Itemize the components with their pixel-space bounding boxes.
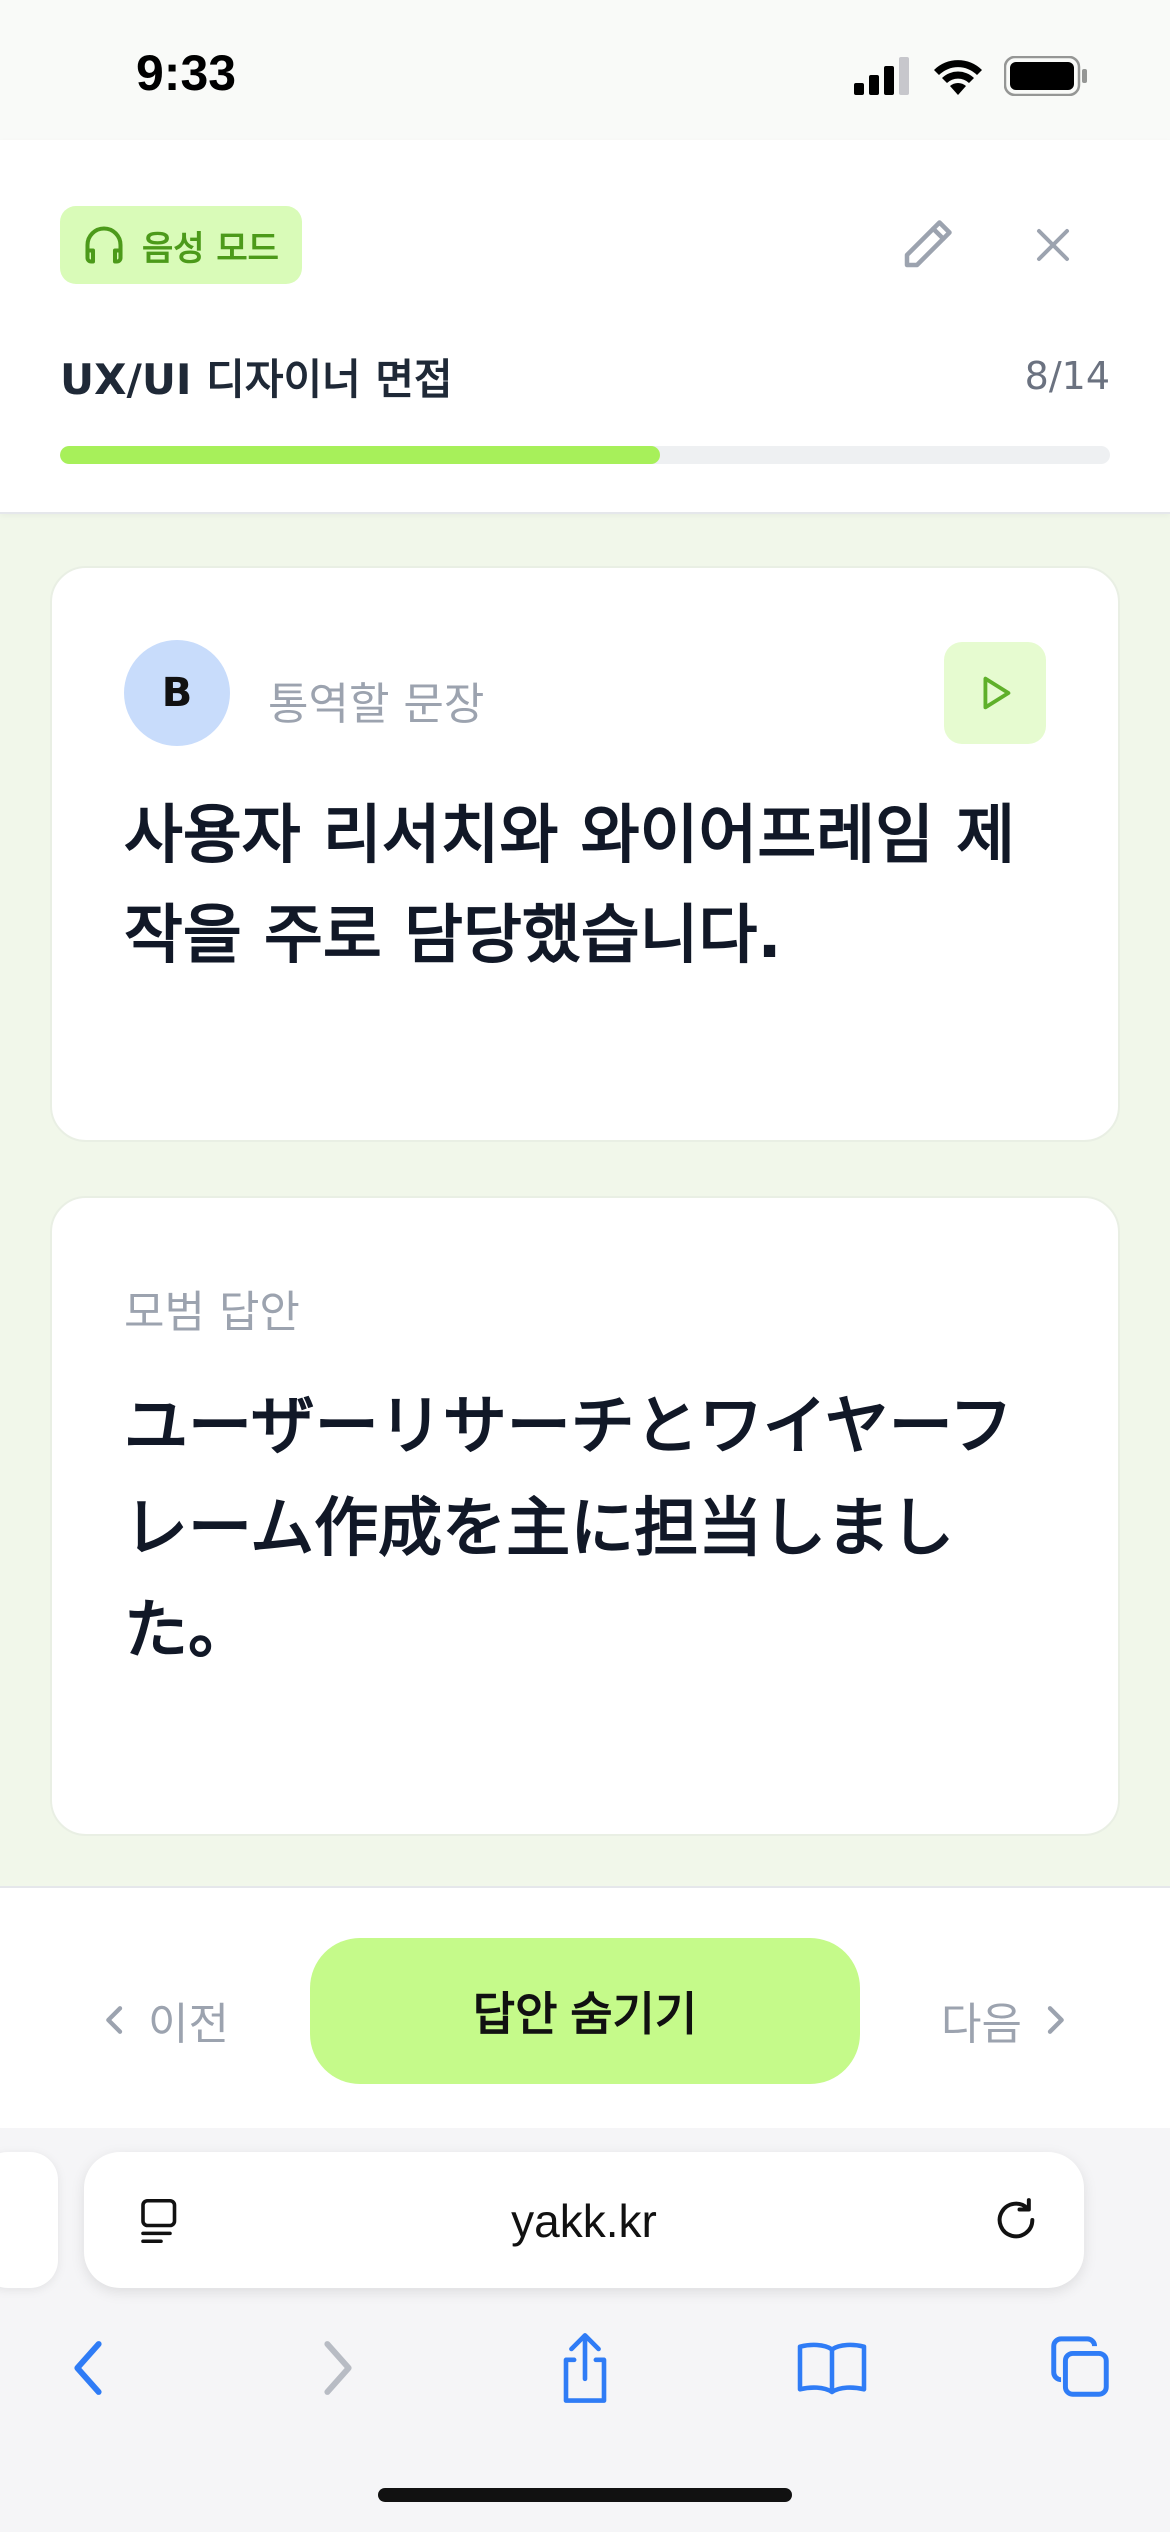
back-arrow-icon [74, 2341, 102, 2395]
prev-button[interactable]: 이전 [100, 1984, 229, 2056]
bookmarks-button[interactable] [782, 2318, 882, 2418]
address-bar[interactable]: yakk.kr [84, 2152, 1084, 2288]
forward-arrow-icon [324, 2341, 352, 2395]
prev-label: 이전 [148, 1999, 229, 2050]
headphones-icon [85, 226, 123, 264]
cellular-signal-icon [854, 57, 909, 95]
close-button[interactable] [1018, 210, 1088, 280]
share-icon [563, 2333, 607, 2403]
address-url: yakk.kr [511, 2195, 657, 2247]
pencil-icon [904, 220, 952, 268]
edit-button[interactable] [892, 210, 962, 280]
question-label: 통역할 문장 [268, 679, 485, 730]
hide-answer-button[interactable]: 답안 숨기기 [310, 1938, 860, 2084]
tabs-icon [1051, 2336, 1109, 2397]
question-card: B 통역할 문장 사용자 리서치와 와이어프레임 제작을 주로 담당했습니다. [50, 566, 1120, 1142]
chevron-left-icon [106, 2006, 123, 2034]
voice-mode-label: 음성 모드 [142, 228, 279, 269]
status-bar: 9:33 [0, 0, 1170, 140]
action-bar: 이전 답안 숨기기 다음 [0, 1886, 1170, 2128]
answer-label: 모범 답안 [124, 1287, 300, 1338]
home-indicator [378, 2488, 792, 2502]
session-progress-count: 8/14 [1024, 354, 1110, 398]
chevron-right-icon [1047, 2006, 1064, 2034]
book-icon [797, 2342, 867, 2395]
back-button[interactable] [38, 2318, 138, 2418]
wifi-icon [934, 60, 982, 95]
question-text: 사용자 리서치와 와이어프레임 제작을 주로 담당했습니다. [124, 799, 1016, 973]
voice-mode-badge[interactable]: 음성 모드 [60, 206, 302, 284]
close-icon [1037, 229, 1069, 261]
next-label: 다음 [941, 1999, 1022, 2050]
answer-text: ユーザーリサーチとワイヤーフレーム作成を主に担当しました。 [124, 1390, 1013, 1668]
reload-icon[interactable] [988, 2192, 1044, 2248]
session-header: 음성 모드 UX/UI 디자이너 면접 8/14 [0, 140, 1170, 514]
session-progress-bar [60, 446, 1110, 464]
browser-chrome: yakk.kr [0, 2128, 1170, 2532]
browser-toolbar [0, 2318, 1170, 2428]
next-button[interactable]: 다음 [941, 1984, 1070, 2056]
session-progress-fill [60, 446, 660, 464]
forward-button[interactable] [288, 2318, 388, 2418]
play-audio-button[interactable] [944, 642, 1046, 744]
play-icon [983, 676, 1011, 710]
speaker-avatar: B [124, 640, 230, 746]
tabs-button[interactable] [1030, 2318, 1130, 2418]
answer-card: 모범 답안 ユーザーリサーチとワイヤーフレーム作成を主に担当しました。 [50, 1196, 1120, 1836]
share-button[interactable] [535, 2318, 635, 2418]
previous-tab-peek[interactable] [0, 2152, 58, 2288]
session-title: UX/UI 디자이너 면접 [60, 355, 453, 404]
status-time: 9:33 [136, 45, 237, 101]
status-icons [854, 52, 1088, 100]
battery-icon [1004, 56, 1087, 96]
